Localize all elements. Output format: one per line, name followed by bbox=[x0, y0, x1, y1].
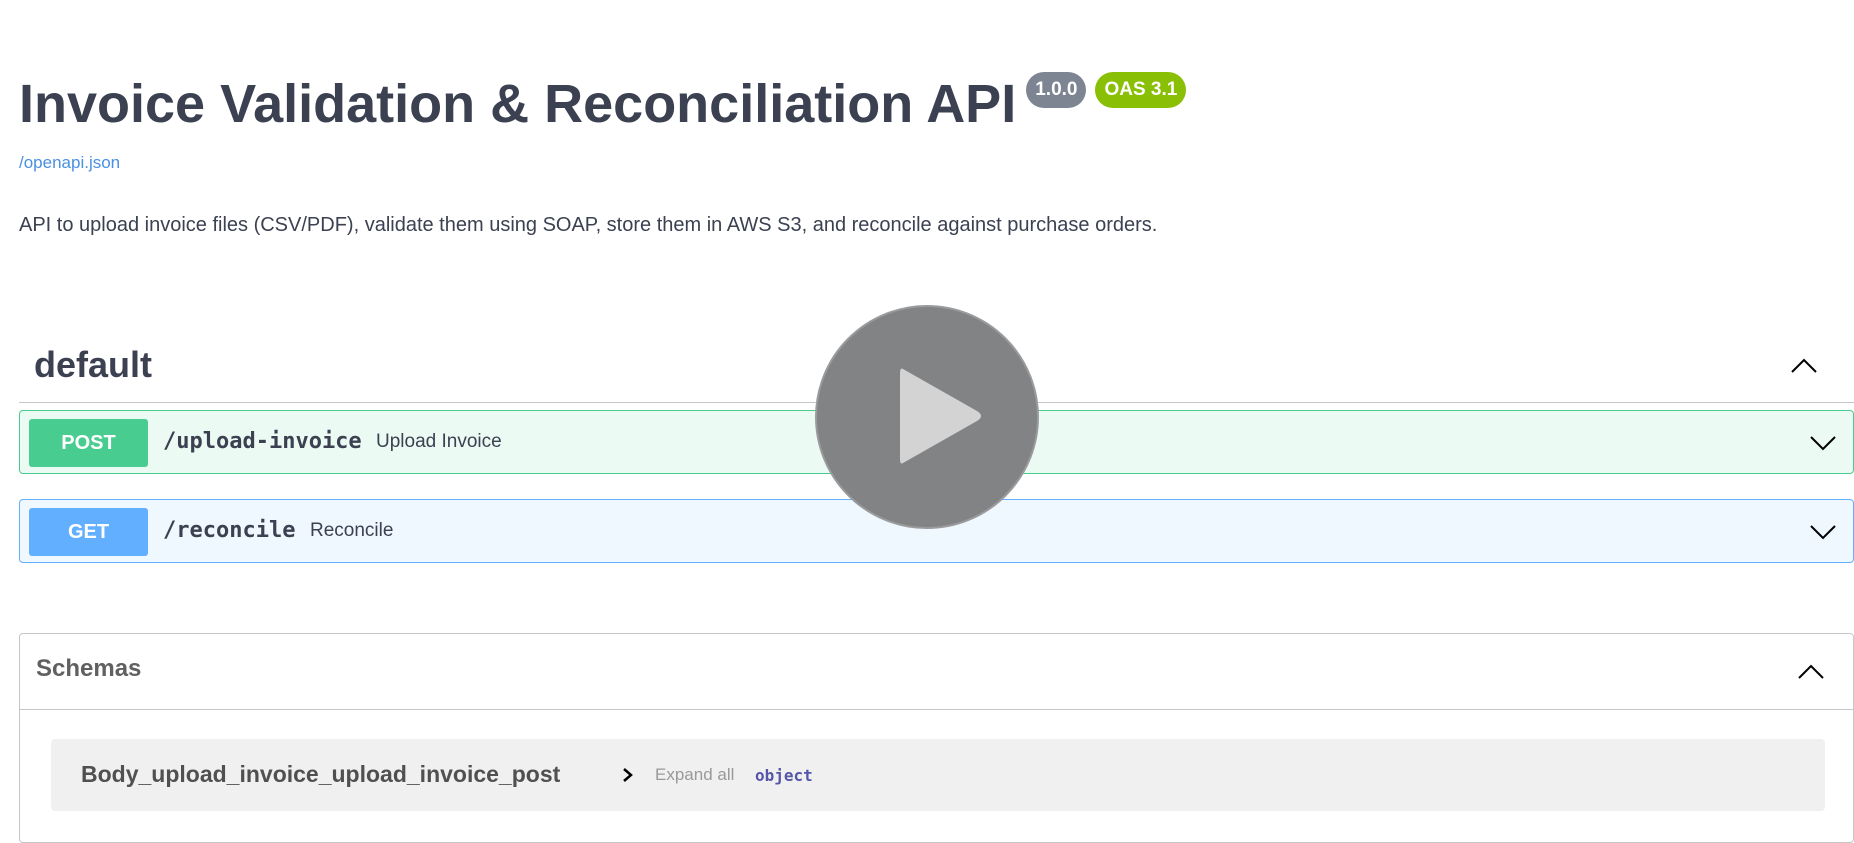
chevron-down-icon[interactable] bbox=[1807, 516, 1839, 548]
chevron-down-icon[interactable] bbox=[1807, 427, 1839, 459]
schemas-title: Schemas bbox=[36, 655, 142, 682]
schemas-section: Schemas Body_upload_invoice_upload_invoi… bbox=[19, 633, 1854, 843]
tag-title: default bbox=[34, 344, 153, 385]
operation-summary: Upload Invoice bbox=[376, 431, 502, 452]
schema-model-name[interactable]: Body_upload_invoice_upload_invoice_post bbox=[81, 761, 560, 788]
title-row: Invoice Validation & Reconciliation API … bbox=[19, 66, 1187, 142]
api-description: API to upload invoice files (CSV/PDF), v… bbox=[19, 214, 1158, 236]
method-badge-post: POST bbox=[29, 419, 148, 467]
api-info: Invoice Validation & Reconciliation API … bbox=[19, 66, 1187, 142]
operation-path: /upload-invoice bbox=[163, 429, 362, 454]
operation-summary: Reconcile bbox=[310, 520, 394, 541]
schema-model-row[interactable]: Body_upload_invoice_upload_invoice_post … bbox=[51, 739, 1825, 811]
chevron-up-icon[interactable] bbox=[1795, 656, 1827, 688]
page-title: Invoice Validation & Reconciliation API bbox=[19, 74, 1017, 134]
schemas-header[interactable]: Schemas bbox=[20, 634, 1853, 710]
schema-model-type: object bbox=[755, 766, 813, 785]
expand-all-button[interactable]: Expand all bbox=[655, 765, 734, 785]
method-badge-get: GET bbox=[29, 508, 148, 556]
chevron-up-icon[interactable] bbox=[1788, 350, 1820, 382]
chevron-right-icon[interactable] bbox=[619, 766, 637, 784]
play-icon bbox=[900, 368, 981, 464]
openapi-spec-link[interactable]: /openapi.json bbox=[19, 153, 120, 173]
operation-path: /reconcile bbox=[163, 518, 296, 543]
version-badge: 1.0.0 bbox=[1026, 72, 1087, 108]
video-play-button[interactable] bbox=[815, 305, 1039, 529]
oas-badge: OAS 3.1 bbox=[1095, 72, 1187, 108]
